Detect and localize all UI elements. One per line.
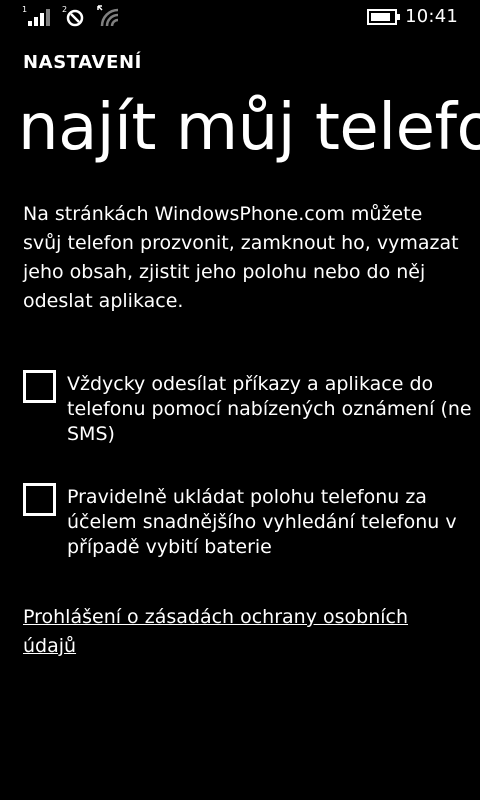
wifi-icon	[96, 4, 122, 32]
signal-strength-icon: 1	[22, 4, 56, 32]
description-text: Na stránkách WindowsPhone.com můžete svů…	[23, 203, 459, 312]
save-location-label[interactable]: Pravidelně ukládat polohu telefonu za úč…	[67, 485, 477, 560]
push-notifications-checkbox[interactable]	[23, 370, 56, 403]
clock-time: 10:41	[405, 6, 458, 27]
page-title: najít můj telefon	[18, 91, 480, 165]
svg-text:2: 2	[62, 5, 67, 14]
status-bar: 1 2 10:41	[0, 0, 480, 34]
privacy-statement-link[interactable]: Prohlášení o zásadách ochrany osobních ú…	[23, 603, 463, 661]
svg-text:1: 1	[22, 5, 27, 14]
app-title: NASTAVENÍ	[23, 52, 142, 73]
save-location-checkbox[interactable]	[23, 483, 56, 516]
battery-icon	[367, 9, 401, 29]
data-sync-icon: 2	[62, 4, 88, 32]
push-notifications-label[interactable]: Vždycky odesílat příkazy a aplikace do t…	[67, 372, 477, 447]
